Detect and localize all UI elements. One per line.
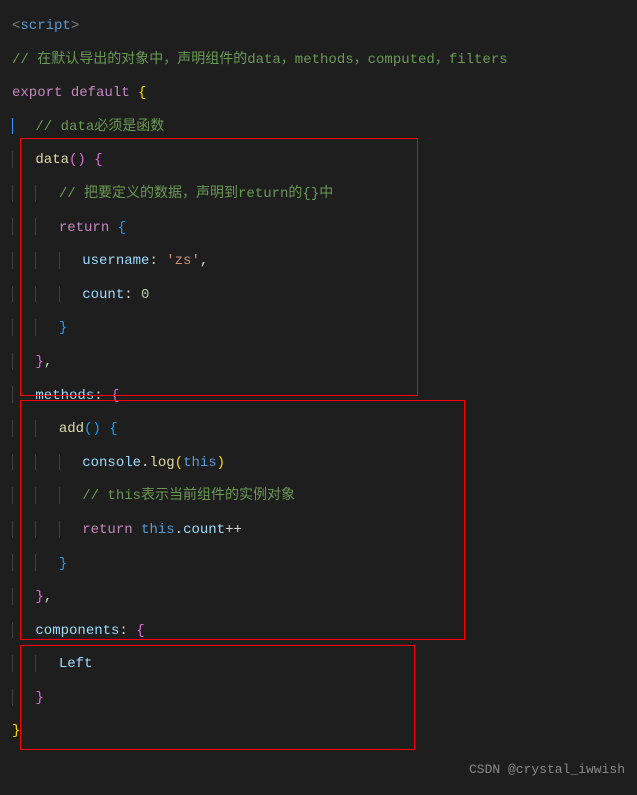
code-line-comment: // this表示当前组件的实例对象	[12, 480, 625, 514]
code-line-comment: // 在默认导出的对象中，声明组件的data，methods，computed，…	[12, 44, 625, 78]
code-line-export: export default {	[12, 77, 625, 111]
code-line-script-tag: <script>	[12, 10, 625, 44]
code-line-left-comp: Left	[12, 648, 625, 682]
code-line-comment: // data必须是函数	[12, 111, 625, 145]
code-line-close-brace: }	[12, 682, 625, 716]
code-line-username: username: 'zs',	[12, 245, 625, 279]
code-line-close-brace: }	[12, 715, 625, 749]
code-line-return: return {	[12, 212, 625, 246]
code-line-data-fn: data() {	[12, 144, 625, 178]
code-line-console-log: console.log(this)	[12, 447, 625, 481]
code-line-components: components: {	[12, 615, 625, 649]
code-line-count: count: 0	[12, 279, 625, 313]
watermark-text: CSDN @crystal_iwwish	[469, 754, 625, 785]
code-line-methods: methods: {	[12, 380, 625, 414]
code-line-comment: // 把要定义的数据，声明到return的{}中	[12, 178, 625, 212]
code-line-close-brace: }	[12, 312, 625, 346]
code-line-add-fn: add() {	[12, 413, 625, 447]
code-line-close-brace: }	[12, 548, 625, 582]
code-line-return-count: return this.count++	[12, 514, 625, 548]
code-line-close-brace: },	[12, 581, 625, 615]
code-line-close-brace: },	[12, 346, 625, 380]
